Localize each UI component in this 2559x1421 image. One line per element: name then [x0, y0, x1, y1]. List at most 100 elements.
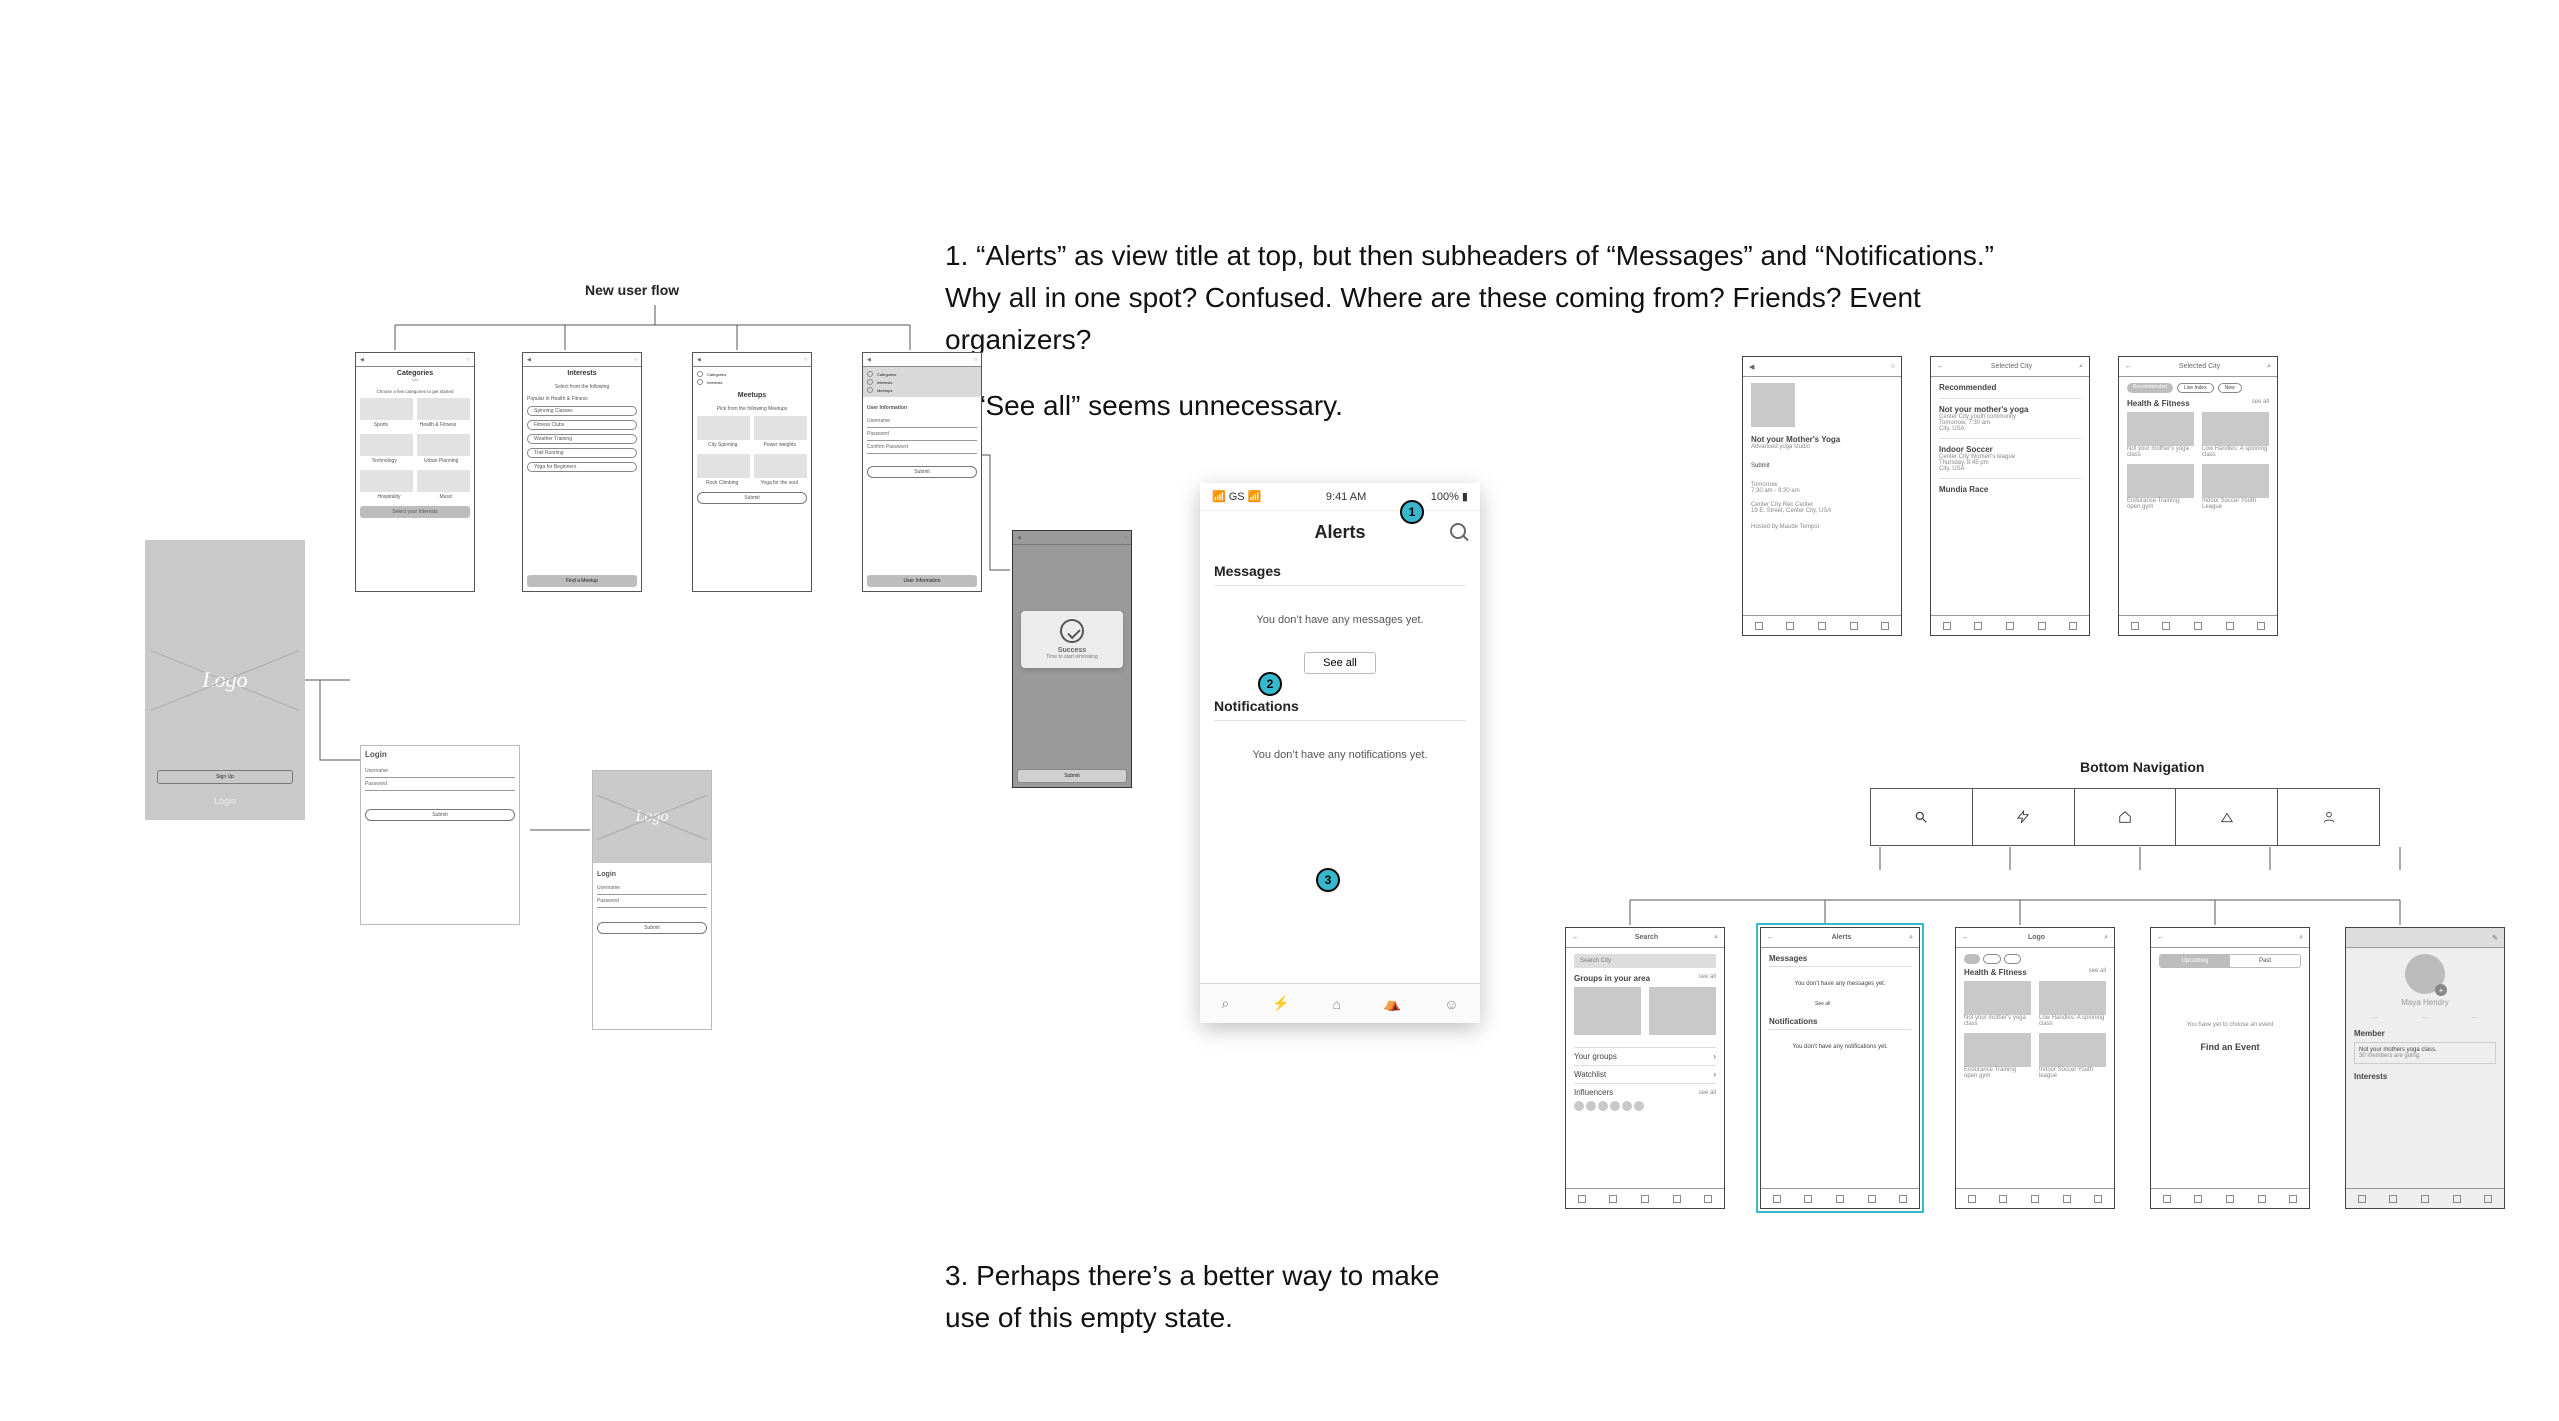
annotation-3: 3. Perhaps there’s a better way to make … [945, 1255, 1475, 1339]
tab-groups-icon[interactable]: ⛺ [1384, 995, 1401, 1012]
userinfo-screen: ◀○ Categories Interests Meetups User Inf… [862, 352, 982, 592]
nav-profile-icon[interactable] [2278, 789, 2379, 845]
splash-login-screen: Logo Login Username Password Submit [592, 770, 712, 1030]
hc4[interactable]: Indoor Soccer Youth league [2039, 1067, 2106, 1079]
search-icon[interactable] [1450, 523, 1466, 539]
see-all-button-sm[interactable]: See all [1815, 1001, 1865, 1007]
notifications-empty-state: You don’t have any notifications yet. [1214, 727, 1466, 783]
cat-health[interactable]: Health & Fitness [420, 422, 457, 428]
see-all-button[interactable]: See all [1304, 652, 1376, 674]
your-groups-row[interactable]: Your groups› [1574, 1047, 1716, 1065]
recommended-header: Recommended [1939, 383, 2081, 392]
nav-search-icon[interactable] [1871, 789, 1973, 845]
chip-recommended[interactable]: Recommended [2127, 383, 2173, 393]
influencers-row[interactable]: Influencers [1574, 1088, 1613, 1097]
meetup-rock[interactable]: Rock Climbing [706, 480, 738, 486]
event-submit-button[interactable]: Submit [1751, 460, 1811, 472]
interests-subtitle: Select from the following [527, 384, 637, 390]
chip-new[interactable]: New [2218, 383, 2242, 393]
tag-spinning[interactable]: Spinning Classes [527, 406, 637, 416]
card3[interactable]: Endurance Training: open gym [2127, 498, 2194, 510]
rec3-title[interactable]: Mundia Race [1939, 485, 2081, 494]
cat-tech[interactable]: Technology [372, 458, 397, 464]
meetups-submit-button[interactable]: Submit [697, 492, 807, 504]
nav-groups-icon[interactable] [2176, 789, 2278, 845]
tab-alerts-icon[interactable]: ⚡ [1272, 995, 1289, 1012]
annotation-1: 1. “Alerts” as view title at top, but th… [945, 235, 1995, 361]
nav-home-screen: ←Logo⌕ Health & Fitnesssee all Not your … [1955, 927, 2115, 1209]
rec1-title[interactable]: Not your mother's yoga [1939, 405, 2081, 414]
select-interests-button[interactable]: Select your Interests [360, 506, 470, 518]
tab-home-icon[interactable]: ⌂ [1333, 996, 1341, 1012]
cat-music[interactable]: Music [439, 494, 452, 500]
login2-password[interactable]: Password [597, 895, 707, 908]
search-input[interactable]: Search City [1574, 954, 1716, 968]
login-password[interactable]: Password [365, 778, 515, 791]
userinfo-footer-button[interactable]: User Information [867, 575, 977, 587]
tag-weather[interactable]: Weather Training [527, 434, 637, 444]
marker-2: 2 [1258, 672, 1282, 696]
watchlist-row[interactable]: Watchlist› [1574, 1065, 1716, 1083]
meetups-screen: ◀○ Categories Interests Meetups Pick fro… [692, 352, 812, 592]
card4[interactable]: Indoor Soccer Youth League [2202, 498, 2269, 510]
status-bar: ←Logo⌕ [1956, 928, 2114, 948]
status-bar: ◀○ [693, 353, 811, 367]
profile-group[interactable]: Not your mothers yoga class. 30 members … [2354, 1042, 2496, 1064]
tab-bar [2119, 615, 2277, 635]
tab-search-icon[interactable]: ⌕ [1221, 995, 1229, 1012]
cat-sports[interactable]: Sports [374, 422, 388, 428]
city-dropdown[interactable]: Selected City [1991, 363, 2032, 370]
tag-fitness[interactable]: Fitness Clubs [527, 420, 637, 430]
notifications-header-sm: Notifications [1769, 1017, 1911, 1030]
avatar[interactable]: + [2405, 954, 2445, 994]
confirm-password-field[interactable]: Confirm Password [867, 441, 977, 454]
find-meetup-button[interactable]: Find a Meetup [527, 575, 637, 587]
cat-hosp[interactable]: Hospitality [377, 494, 400, 500]
see-all-link[interactable]: see all [2252, 399, 2269, 408]
login-link[interactable]: Login [145, 796, 305, 806]
hc2[interactable]: Low Handles: A spinning class [2039, 1015, 2106, 1027]
card1[interactable]: Not your mother's yoga class [2127, 446, 2194, 458]
meetup-yoga[interactable]: Yoga for the soul [761, 480, 798, 486]
login-username[interactable]: Username [365, 765, 515, 778]
interests-section: Popular in Health & Fitness [527, 396, 637, 402]
username-field[interactable]: Username [867, 415, 977, 428]
signup-button[interactable]: Sign Up [157, 770, 293, 784]
nav-profile-screen: ✎ + Maya Hendry ——— Member Not your moth… [2345, 927, 2505, 1209]
meetup-power[interactable]: Power weights [763, 442, 796, 448]
see-all-link[interactable]: see all [1699, 974, 1716, 983]
login-submit-button[interactable]: Submit [365, 809, 515, 821]
cat-urban[interactable]: Urban Planning [424, 458, 458, 464]
see-all-link[interactable]: see all [2089, 968, 2106, 977]
nav-home-icon[interactable] [2075, 789, 2177, 845]
rec2-title[interactable]: Indoor Soccer [1939, 445, 2081, 454]
event-image-placeholder [1751, 383, 1795, 427]
tab-bar [1743, 615, 1901, 635]
event-host: Hosted by Maude Tempor [1751, 524, 1893, 530]
success-submit-button[interactable]: Submit [1017, 769, 1127, 783]
chip-live[interactable]: Live Index [2177, 383, 2214, 393]
alerts-title: Alerts [1832, 934, 1852, 941]
tab-past[interactable]: Past [2230, 955, 2300, 967]
login2-username[interactable]: Username [597, 882, 707, 895]
nav-alerts-icon[interactable] [1973, 789, 2075, 845]
tag-yoga[interactable]: Yoga for Beginners [527, 462, 637, 472]
card2[interactable]: Low Handles: A spinning class [2202, 446, 2269, 458]
login2-submit-button[interactable]: Submit [597, 922, 707, 934]
tab-bar: ⌕ ⚡ ⌂ ⛺ ☺ [1200, 983, 1480, 1023]
meetups-subtitle: Pick from the following Meetups [697, 406, 807, 412]
password-field[interactable]: Password [867, 428, 977, 441]
hc1[interactable]: Not your mother's yoga class [1964, 1015, 2031, 1027]
userinfo-submit-button[interactable]: Submit [867, 466, 977, 478]
tab-upcoming[interactable]: Upcoming [2160, 955, 2230, 967]
interests-label: Interests [2354, 1072, 2496, 1081]
tab-profile-icon[interactable]: ☺ [1444, 996, 1458, 1012]
profile-name: Maya Hendry [2401, 998, 2449, 1007]
status-bar: ←Selected City⌕ [1931, 357, 2089, 377]
city-dropdown[interactable]: Selected City [2179, 363, 2220, 370]
hc3[interactable]: Endurance Training open gym [1964, 1067, 2031, 1079]
title-bar: Alerts [1200, 511, 1480, 553]
meetup-spinning[interactable]: City Spinning [708, 442, 737, 448]
tag-trail[interactable]: Trail Running [527, 448, 637, 458]
find-event-button[interactable]: Find an Event [2159, 1042, 2301, 1052]
